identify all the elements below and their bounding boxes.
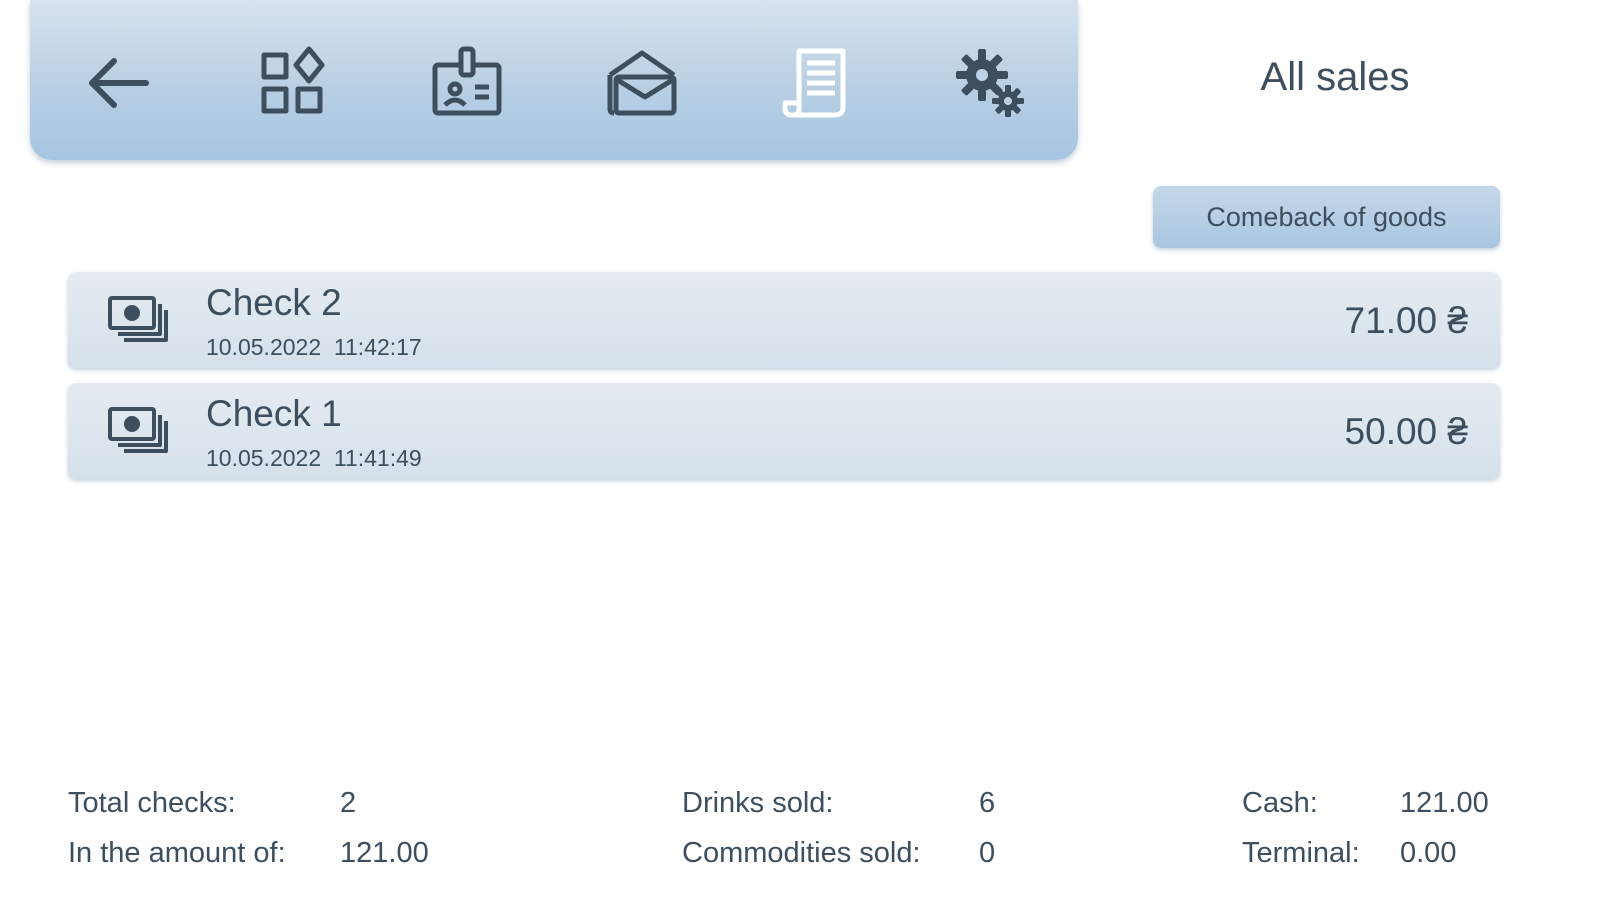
categories-icon	[261, 46, 325, 114]
page-title: All sales	[1260, 55, 1410, 99]
amount-label: In the amount of:	[68, 837, 286, 869]
id-badge-icon	[432, 46, 502, 116]
check-title: Check 1	[206, 393, 342, 434]
cash-icon	[108, 296, 168, 342]
categories-button[interactable]	[247, 38, 337, 128]
total-checks-value: 2	[340, 787, 357, 819]
top-toolbar	[30, 0, 1078, 160]
check-datetime: 10.05.2022 11:42:17	[206, 334, 422, 360]
check-title: Check 2	[206, 282, 342, 323]
check-amount: 50.00 ₴	[1344, 411, 1468, 452]
check-row[interactable]: Check 1 10.05.2022 11:41:49 50.00 ₴	[68, 383, 1500, 479]
terminal-label: Terminal:	[1242, 837, 1360, 869]
messages-button[interactable]	[597, 38, 687, 128]
receipt-icon	[782, 48, 846, 118]
staff-button[interactable]	[422, 38, 512, 128]
sales-button[interactable]	[772, 38, 862, 128]
commodities-sold-label: Commodities sold:	[682, 837, 921, 869]
checks-list: Check 2 10.05.2022 11:42:17 71.00 ₴ Chec…	[68, 272, 1500, 494]
check-amount: 71.00 ₴	[1344, 300, 1468, 341]
back-button[interactable]	[73, 38, 163, 128]
cash-value: 121.00	[1400, 787, 1489, 819]
check-datetime: 10.05.2022 11:41:49	[206, 445, 422, 471]
terminal-value: 0.00	[1400, 837, 1457, 869]
settings-gears-icon	[956, 49, 1024, 117]
drinks-sold-value: 6	[979, 787, 996, 819]
cash-icon	[108, 407, 168, 453]
amount-value: 121.00	[340, 837, 429, 869]
back-arrow-icon	[89, 58, 149, 108]
drinks-sold-label: Drinks sold:	[682, 787, 834, 819]
total-checks-label: Total checks:	[68, 787, 236, 819]
cash-label: Cash:	[1242, 787, 1318, 819]
comeback-of-goods-button[interactable]: Comeback of goods	[1153, 186, 1500, 248]
commodities-sold-value: 0	[979, 837, 996, 869]
check-row[interactable]: Check 2 10.05.2022 11:42:17 71.00 ₴	[68, 272, 1500, 368]
settings-button[interactable]	[945, 38, 1035, 128]
open-mail-icon	[607, 50, 677, 116]
